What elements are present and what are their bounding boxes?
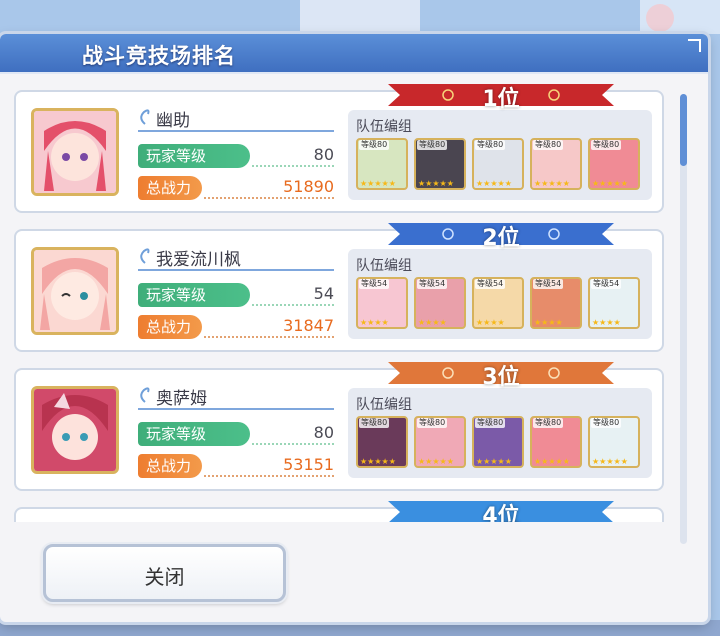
rank-label: 4位: [482, 504, 520, 522]
player-name: 奥萨姆: [156, 389, 207, 409]
rank-banner-1: 1位: [388, 80, 614, 112]
rank-label: 3位: [482, 365, 520, 390]
name-swirl-icon: [140, 387, 150, 403]
team-member-5[interactable]: 等级54 ★★★★: [588, 277, 640, 329]
level-value: 54: [313, 284, 334, 303]
team-lineup: 队伍编组 等级54 ★★★★ 等级54 ★★★★ 等级54 ★★★★ 等级54 ★★★★…: [348, 249, 652, 339]
level-label: 玩家等级: [138, 283, 250, 307]
team-label: 队伍编组: [356, 119, 412, 135]
close-button-label: 关闭: [144, 565, 185, 589]
team-member-2[interactable]: 等级80 ★★★★★: [414, 416, 466, 468]
name-swirl-icon: [140, 248, 150, 264]
rank-label: 1位: [482, 87, 520, 112]
power-value: 31847: [283, 316, 334, 335]
corner-ornament-icon: [688, 39, 701, 52]
player-avatar: [31, 386, 119, 474]
player-level-row: 玩家等级 54: [138, 283, 334, 307]
level-value: 80: [313, 145, 334, 164]
team-member-5[interactable]: 等级80 ★★★★★: [588, 138, 640, 190]
team-label: 队伍编组: [356, 258, 412, 274]
player-level-row: 玩家等级 80: [138, 144, 334, 168]
team-lineup: 队伍编组 等级80 ★★★★★ 等级80 ★★★★★ 等级80 ★★★★★ 等级80 ★…: [348, 110, 652, 200]
close-button[interactable]: 关闭: [43, 544, 286, 602]
team-member-3[interactable]: 等级80 ★★★★★: [472, 416, 524, 468]
power-row: 总战力 53151: [138, 454, 334, 478]
player-name: 幽助: [156, 111, 190, 131]
name-swirl-icon: [140, 109, 150, 125]
power-label: 总战力: [138, 176, 202, 200]
team-member-2[interactable]: 等级80 ★★★★★: [414, 138, 466, 190]
scrollbar-thumb[interactable]: [680, 94, 687, 166]
player-level-row: 玩家等级 80: [138, 422, 334, 446]
team-lineup: 队伍编组 等级80 ★★★★★ 等级80 ★★★★★ 等级80 ★★★★★ 等级80 ★…: [348, 388, 652, 478]
rank-banner-3: 3位: [388, 358, 614, 390]
name-underline: [138, 130, 334, 132]
arena-ranking-dialog: 战斗竞技场排名 幽助 玩家等级 80 总战力 51890 队伍编组 等级80 ★…: [0, 34, 708, 622]
team-member-1[interactable]: 等级80 ★★★★★: [356, 138, 408, 190]
level-label: 玩家等级: [138, 144, 250, 168]
power-row: 总战力 51890: [138, 176, 334, 200]
player-avatar: [31, 247, 119, 335]
name-underline: [138, 408, 334, 410]
dialog-title: 战斗竞技场排名: [82, 44, 236, 68]
power-label: 总战力: [138, 315, 202, 339]
team-member-4[interactable]: 等级80 ★★★★★: [530, 416, 582, 468]
team-member-1[interactable]: 等级54 ★★★★: [356, 277, 408, 329]
rank-banner-4: 4位: [388, 497, 614, 522]
name-underline: [138, 269, 334, 271]
power-value: 51890: [283, 177, 334, 196]
team-label: 队伍编组: [356, 397, 412, 413]
level-label: 玩家等级: [138, 422, 250, 446]
team-member-1[interactable]: 等级80 ★★★★★: [356, 416, 408, 468]
power-label: 总战力: [138, 454, 202, 478]
team-member-4[interactable]: 等级80 ★★★★★: [530, 138, 582, 190]
ranking-list[interactable]: 幽助 玩家等级 80 总战力 51890 队伍编组 等级80 ★★★★★ 等级80…: [8, 80, 670, 522]
rank-label: 2位: [482, 226, 520, 251]
team-member-2[interactable]: 等级54 ★★★★: [414, 277, 466, 329]
dialog-title-bar: 战斗竞技场排名: [0, 34, 708, 74]
power-row: 总战力 31847: [138, 315, 334, 339]
team-member-3[interactable]: 等级54 ★★★★: [472, 277, 524, 329]
level-value: 80: [313, 423, 334, 442]
power-value: 53151: [283, 455, 334, 474]
player-avatar: [31, 108, 119, 196]
player-name: 我爱流川枫: [156, 250, 241, 270]
team-member-4[interactable]: 等级54 ★★★★: [530, 277, 582, 329]
rank-banner-2: 2位: [388, 219, 614, 251]
team-member-3[interactable]: 等级80 ★★★★★: [472, 138, 524, 190]
team-member-5[interactable]: 等级80 ★★★★★: [588, 416, 640, 468]
